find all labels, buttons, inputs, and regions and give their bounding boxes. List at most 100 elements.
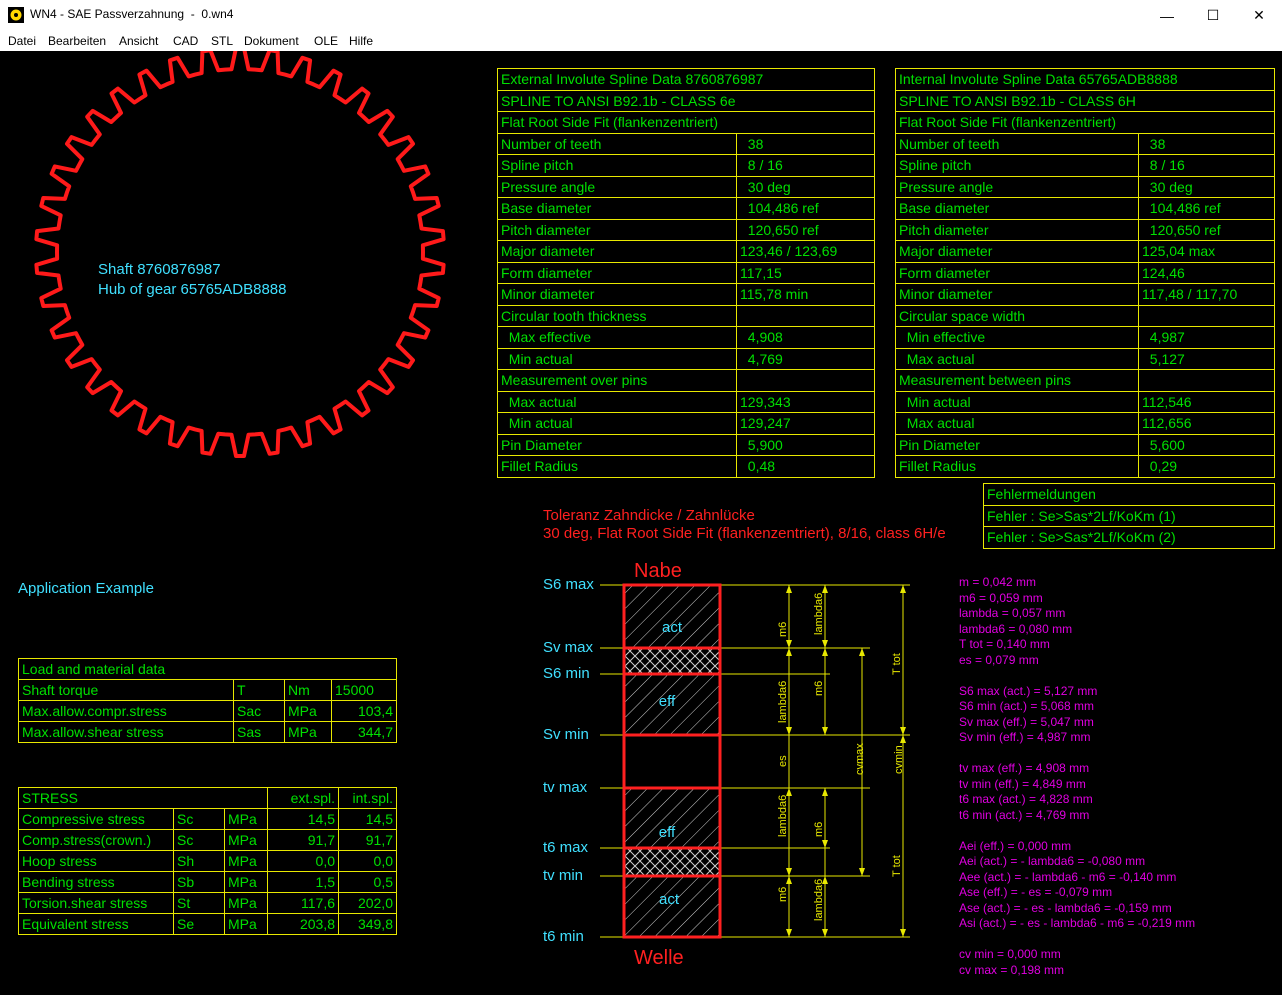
- stress-symbol: Sb: [173, 871, 225, 893]
- table-row: Torsion.shear stress St MPa 117,6 202,0: [18, 892, 397, 914]
- load-symbol: Sas: [233, 721, 285, 743]
- dim-lambda6: lambda6: [813, 593, 825, 635]
- stress-symbol: Sc: [173, 829, 225, 851]
- drawing-canvas[interactable]: Shaft 8760876987 Hub of gear 65765ADB888…: [0, 51, 1282, 995]
- stress-label: Compressive stress: [18, 808, 174, 830]
- load-value: 15000: [331, 679, 397, 701]
- label-sv-min: Sv min: [543, 726, 589, 743]
- result-line: Asi (act.) = - es - lambda6 - m6 = -0,21…: [959, 916, 1196, 930]
- stress-table: STRESS ext.spl. int.spl. Compressive str…: [18, 787, 397, 935]
- menu-ansicht[interactable]: Ansicht: [119, 34, 158, 48]
- load-unit: Nm: [284, 679, 332, 701]
- load-header: Load and material data: [18, 658, 397, 680]
- dim-cvmax: cvmax: [854, 743, 866, 775]
- table-row: Bending stress Sb MPa 1,5 0,5: [18, 871, 397, 893]
- stress-unit: MPa: [224, 850, 268, 872]
- result-line: [959, 668, 1195, 684]
- label-tv-min: tv min: [543, 867, 584, 884]
- table-row: Comp.stress(crown.) Sc MPa 91,7 91,7: [18, 829, 397, 851]
- dim-m6: m6: [813, 822, 825, 837]
- result-line: Aei (act.) = - lambda6 = -0,080 mm: [959, 854, 1146, 868]
- label-sv-max: Sv max: [543, 639, 594, 656]
- result-line: [959, 932, 1195, 948]
- result-line: t6 max (act.) = 4,828 mm: [959, 792, 1093, 806]
- dim-lambda6: lambda6: [777, 795, 789, 837]
- menu-hilfe[interactable]: Hilfe: [349, 34, 373, 48]
- stress-unit: MPa: [224, 892, 268, 914]
- dim-m6: m6: [777, 622, 789, 637]
- table-row: Hoop stress Sh MPa 0,0 0,0: [18, 850, 397, 872]
- stress-label: Equivalent stress: [18, 913, 174, 935]
- stress-col-ext: ext.spl.: [267, 787, 339, 809]
- menu-ole[interactable]: OLE: [314, 34, 338, 48]
- result-line: cv max = 0,198 mm: [959, 962, 1065, 977]
- load-symbol: Sac: [233, 700, 285, 722]
- stress-ext-value: 117,6: [267, 892, 339, 914]
- stress-int-value: 202,0: [338, 892, 397, 914]
- load-symbol: T: [233, 679, 285, 701]
- stress-ext-value: 91,7: [267, 829, 339, 851]
- load-unit: MPa: [284, 700, 332, 722]
- results-list: m = 0,042 mm m6 = 0,059 mm lambda = 0,057 …: [959, 575, 1195, 978]
- stress-ext-value: 203,8: [267, 913, 339, 935]
- window-title: WN4 - SAE Passverzahnung - 0.wn4: [30, 7, 234, 21]
- result-line: T tot = 0,140 mm: [959, 637, 1050, 651]
- load-material-table: Load and material data Shaft torque T Nm 15…: [18, 658, 397, 743]
- menu-bearbeiten[interactable]: Bearbeiten: [48, 34, 106, 48]
- result-line: S6 max (act.) = 5,127 mm: [959, 683, 1098, 698]
- result-line: tv max (eff.) = 4,908 mm: [959, 761, 1090, 775]
- maximize-button[interactable]: ☐: [1190, 0, 1236, 31]
- box-label-act-bottom: act: [659, 891, 680, 908]
- dim-cvmin: cvmin: [893, 745, 905, 774]
- table-row: Compressive stress Sc MPa 14,5 14,5: [18, 808, 397, 830]
- result-line: S6 min (act.) = 5,068 mm: [959, 699, 1095, 713]
- label-t6-max: t6 max: [543, 839, 589, 856]
- box-label-eff-top: eff: [659, 693, 676, 710]
- stress-header: STRESS: [18, 787, 268, 809]
- stress-unit: MPa: [224, 829, 268, 851]
- result-line: m = 0,042 mm: [959, 575, 1037, 589]
- stress-symbol: St: [173, 892, 225, 914]
- dim-ttot: T tot: [891, 855, 903, 877]
- result-line: m6 = 0,059 mm: [959, 590, 1043, 605]
- result-line: cv min = 0,000 mm: [959, 947, 1061, 961]
- result-line: [959, 823, 1195, 839]
- title-bar: WN4 - SAE Passverzahnung - 0.wn4 — ☐ ✕: [0, 0, 1282, 31]
- stress-unit: MPa: [224, 871, 268, 893]
- stress-unit: MPa: [224, 913, 268, 935]
- load-label: Shaft torque: [18, 679, 234, 701]
- menu-datei[interactable]: Datei: [8, 34, 36, 48]
- dim-lambda6: lambda6: [813, 879, 825, 921]
- result-line: es = 0,079 mm: [959, 652, 1039, 667]
- stress-label: Comp.stress(crown.): [18, 829, 174, 851]
- menu-cad[interactable]: CAD: [173, 34, 198, 48]
- stress-int-value: 14,5: [338, 808, 397, 830]
- menu-stl[interactable]: STL: [211, 34, 233, 48]
- load-label: Max.allow.shear stress: [18, 721, 234, 743]
- result-line: t6 min (act.) = 4,769 mm: [959, 807, 1090, 822]
- stress-int-value: 349,8: [338, 913, 397, 935]
- stress-label: Torsion.shear stress: [18, 892, 174, 914]
- stress-int-value: 0,0: [338, 850, 397, 872]
- close-button[interactable]: ✕: [1236, 0, 1282, 31]
- label-tv-max: tv max: [543, 779, 588, 796]
- result-line: tv min (eff.) = 4,849 mm: [959, 776, 1086, 791]
- app-gear-icon: [8, 7, 24, 23]
- stress-label: Bending stress: [18, 871, 174, 893]
- result-line: [959, 746, 1195, 762]
- box-label-eff-bottom: eff: [659, 824, 676, 841]
- minimize-button[interactable]: —: [1144, 0, 1190, 31]
- result-line: Aee (act.) = - lambda6 - m6 = -0,140 mm: [959, 869, 1177, 884]
- table-row: Shaft torque T Nm 15000: [18, 679, 397, 701]
- stress-int-value: 0,5: [338, 871, 397, 893]
- welle-label: Welle: [634, 947, 684, 969]
- dim-lambda6: lambda6: [777, 681, 789, 723]
- stress-ext-value: 1,5: [267, 871, 339, 893]
- load-unit: MPa: [284, 721, 332, 743]
- table-row: Equivalent stress Se MPa 203,8 349,8: [18, 913, 397, 935]
- box-label-act-top: act: [662, 619, 683, 636]
- menu-dokument[interactable]: Dokument: [244, 34, 299, 48]
- result-line: Aei (eff.) = 0,000 mm: [959, 838, 1072, 853]
- nabe-label: Nabe: [634, 560, 682, 582]
- stress-symbol: Sc: [173, 808, 225, 830]
